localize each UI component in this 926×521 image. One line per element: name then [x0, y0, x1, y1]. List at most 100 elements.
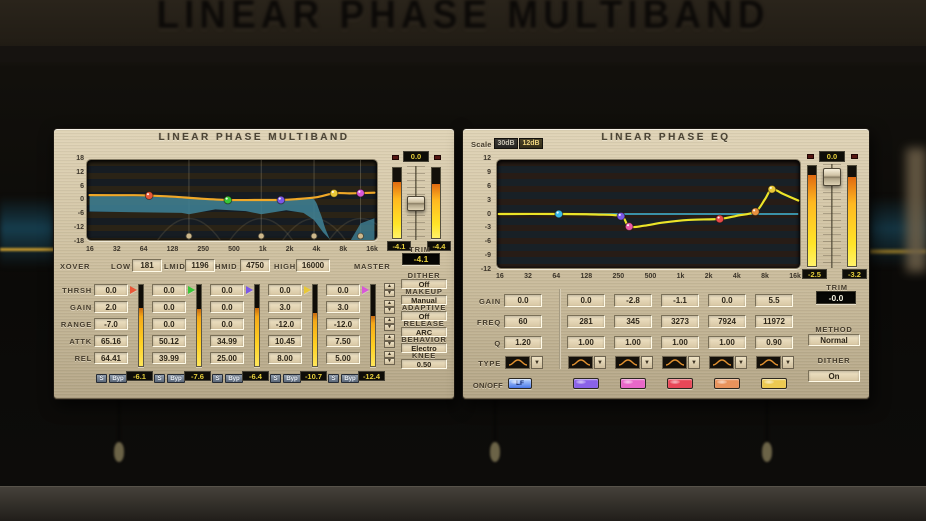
- mb-band3-rel[interactable]: 25.00: [210, 352, 244, 364]
- eq-band3-q[interactable]: 1.00: [614, 336, 652, 349]
- eq-band2-gain[interactable]: 0.0: [567, 294, 605, 307]
- eq-band2-type-dropdown[interactable]: ▼: [594, 356, 606, 369]
- clip-led[interactable]: [392, 155, 399, 160]
- mb-master-fader[interactable]: [407, 166, 425, 240]
- scale-30db-button[interactable]: 30dB: [494, 138, 518, 149]
- gain-stepper[interactable]: ▲▼: [384, 300, 395, 314]
- eq-band5-type-dropdown[interactable]: ▼: [735, 356, 747, 369]
- arrow-up-icon[interactable]: ▲: [384, 351, 395, 358]
- mb-band3-thresh-arrow[interactable]: [246, 286, 253, 294]
- eq-band2-type-display[interactable]: [568, 356, 593, 369]
- mb-band5-thrsh[interactable]: 0.0: [326, 284, 360, 296]
- mb-band1-solo-button[interactable]: S: [96, 374, 107, 383]
- mb-band4-attk[interactable]: 10.45: [268, 335, 302, 347]
- mb-band4-rel[interactable]: 8.00: [268, 352, 302, 364]
- mb-band2-solo-button[interactable]: S: [154, 374, 165, 383]
- eq-band5-q[interactable]: 1.00: [708, 336, 746, 349]
- eq-band5-gain[interactable]: 0.0: [708, 294, 746, 307]
- eq-band6-gain[interactable]: 5.5: [755, 294, 793, 307]
- mb-band4-gain[interactable]: 3.0: [268, 301, 302, 313]
- eq-band4-gain[interactable]: -1.1: [661, 294, 699, 307]
- eq-graph[interactable]: [496, 159, 801, 269]
- arrow-down-icon[interactable]: ▼: [384, 324, 395, 331]
- mb-band5-meter-fader[interactable]: [370, 284, 376, 367]
- eq-trim-value[interactable]: -0.0: [816, 291, 856, 304]
- eq-band1-type-dropdown[interactable]: ▼: [531, 356, 543, 369]
- rel-stepper[interactable]: ▲▼: [384, 351, 395, 365]
- eq-band5-type-display[interactable]: [709, 356, 734, 369]
- arrow-down-icon[interactable]: ▼: [384, 358, 395, 365]
- eq-band3-type-display[interactable]: [615, 356, 640, 369]
- mb-band2-gain[interactable]: 0.0: [152, 301, 186, 313]
- eq-band1-onoff-button[interactable]: LF: [508, 378, 532, 389]
- method-button[interactable]: Normal: [808, 334, 860, 346]
- dither-button[interactable]: On: [808, 370, 860, 382]
- mb-band1-range[interactable]: -7.0: [94, 318, 128, 330]
- eq-band2-onoff-button[interactable]: [573, 378, 599, 389]
- mb-band3-thrsh[interactable]: 0.0: [210, 284, 244, 296]
- mb-band2-attk[interactable]: 50.12: [152, 335, 186, 347]
- clip-led[interactable]: [851, 154, 858, 159]
- clip-led[interactable]: [434, 155, 441, 160]
- arrow-down-icon[interactable]: ▼: [384, 341, 395, 348]
- eq-band1-type-display[interactable]: [505, 356, 530, 369]
- mb-band3-gain[interactable]: 0.0: [210, 301, 244, 313]
- arrow-up-icon[interactable]: ▲: [384, 334, 395, 341]
- mb-band4-solo-button[interactable]: S: [270, 374, 281, 383]
- eq-band3-gain[interactable]: -2.8: [614, 294, 652, 307]
- eq-band6-onoff-button[interactable]: [761, 378, 787, 389]
- mb-band2-bypass-button[interactable]: Byp: [167, 374, 185, 383]
- mb-band5-rel[interactable]: 5.00: [326, 352, 360, 364]
- arrow-up-icon[interactable]: ▲: [384, 283, 395, 290]
- mb-trim-value[interactable]: -4.1: [402, 253, 440, 265]
- mb-band4-thresh-arrow[interactable]: [304, 286, 311, 294]
- mb-band1-rel[interactable]: 64.41: [94, 352, 128, 364]
- scale-12db-button[interactable]: 12dB: [519, 138, 543, 149]
- mb-band4-range[interactable]: -12.0: [268, 318, 302, 330]
- mb-band2-rel[interactable]: 39.99: [152, 352, 186, 364]
- knee-value[interactable]: 0.50: [401, 359, 447, 369]
- mb-band5-solo-button[interactable]: S: [328, 374, 339, 383]
- xover-low-value[interactable]: 181: [132, 259, 162, 272]
- eq-band3-type-dropdown[interactable]: ▼: [641, 356, 653, 369]
- mb-band5-gain[interactable]: 3.0: [326, 301, 360, 313]
- eq-band6-type-display[interactable]: [756, 356, 781, 369]
- mb-band4-thrsh[interactable]: 0.0: [268, 284, 302, 296]
- eq-band3-onoff-button[interactable]: [620, 378, 646, 389]
- thrsh-stepper[interactable]: ▲▼: [384, 283, 395, 297]
- fader-handle[interactable]: [823, 168, 841, 186]
- mb-band1-bypass-button[interactable]: Byp: [109, 374, 127, 383]
- mb-band5-thresh-arrow[interactable]: [362, 286, 369, 294]
- mb-band3-bypass-button[interactable]: Byp: [225, 374, 243, 383]
- mb-eq-graph[interactable]: [86, 159, 378, 241]
- mb-band5-range[interactable]: -12.0: [326, 318, 360, 330]
- xover-lmid-value[interactable]: 1196: [185, 259, 215, 272]
- clip-led[interactable]: [807, 154, 814, 159]
- mb-band1-thresh-arrow[interactable]: [130, 286, 137, 294]
- mb-band2-thresh-arrow[interactable]: [188, 286, 195, 294]
- xover-hmid-value[interactable]: 4750: [240, 259, 270, 272]
- eq-band3-freq[interactable]: 345: [614, 315, 652, 328]
- mb-band2-thrsh[interactable]: 0.0: [152, 284, 186, 296]
- arrow-up-icon[interactable]: ▲: [384, 317, 395, 324]
- eq-band4-type-display[interactable]: [662, 356, 687, 369]
- mb-band4-bypass-button[interactable]: Byp: [283, 374, 301, 383]
- eq-band2-freq[interactable]: 281: [567, 315, 605, 328]
- mb-band1-thrsh[interactable]: 0.0: [94, 284, 128, 296]
- mb-band2-range[interactable]: 0.0: [152, 318, 186, 330]
- mb-band4-meter-fader[interactable]: [312, 284, 318, 367]
- eq-band4-onoff-button[interactable]: [667, 378, 693, 389]
- mb-band5-attk[interactable]: 7.50: [326, 335, 360, 347]
- mb-band3-attk[interactable]: 34.99: [210, 335, 244, 347]
- eq-band4-type-dropdown[interactable]: ▼: [688, 356, 700, 369]
- eq-band4-q[interactable]: 1.00: [661, 336, 699, 349]
- eq-band1-gain[interactable]: 0.0: [504, 294, 542, 307]
- eq-band1-q[interactable]: 1.20: [504, 336, 542, 349]
- range-stepper[interactable]: ▲▼: [384, 317, 395, 331]
- mb-band1-gain[interactable]: 2.0: [94, 301, 128, 313]
- mb-band5-bypass-button[interactable]: Byp: [341, 374, 359, 383]
- mb-band3-range[interactable]: 0.0: [210, 318, 244, 330]
- mb-band2-meter-fader[interactable]: [196, 284, 202, 367]
- xover-high-value[interactable]: 16000: [296, 259, 330, 272]
- eq-band4-freq[interactable]: 3273: [661, 315, 699, 328]
